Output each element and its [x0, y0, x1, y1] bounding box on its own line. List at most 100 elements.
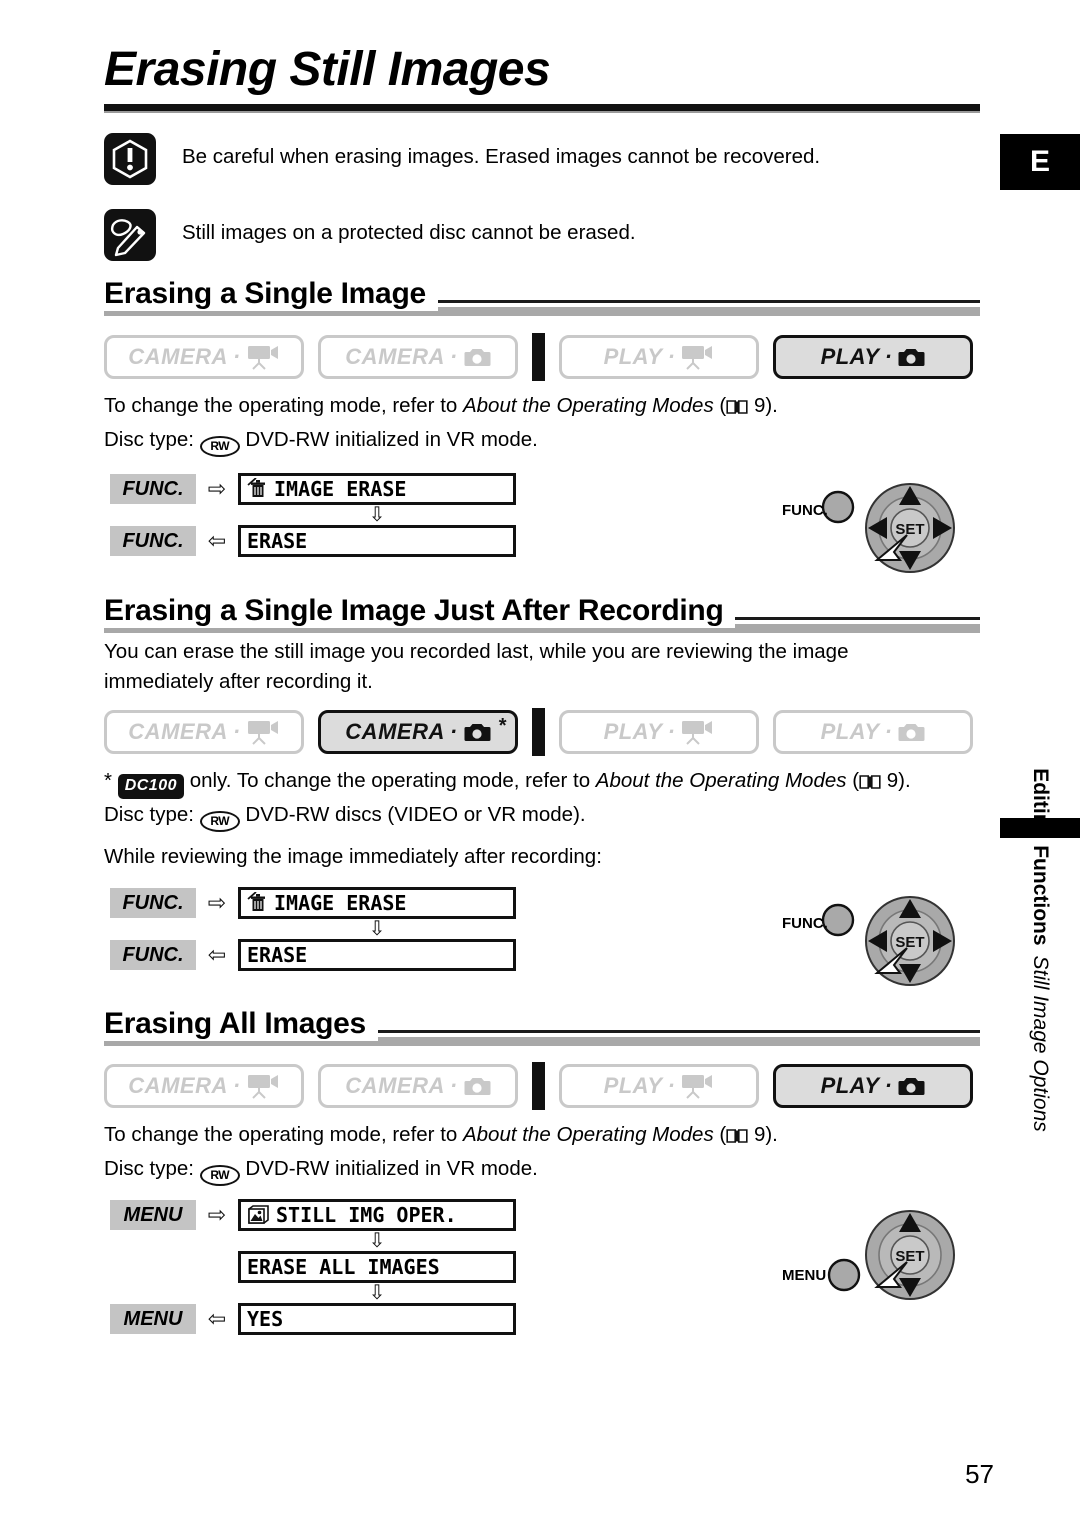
lcd-item[interactable]: ERASE ALL IMAGES — [238, 1251, 516, 1283]
arrow-down-icon: ⇩ — [368, 1230, 386, 1252]
arrow-down-icon: ⇩ — [368, 504, 386, 526]
footnote-star: * — [104, 769, 118, 792]
info-note-text: Still images on a protected disc cannot … — [182, 221, 636, 244]
page-ref: 9 — [753, 394, 766, 417]
mode-play-video-1[interactable]: PLAY · — [559, 335, 759, 379]
paren-open: ( — [846, 769, 860, 792]
lcd-item[interactable]: ERASE — [238, 939, 516, 971]
trash-erase-icon — [247, 478, 265, 497]
mode-play-photo-3[interactable]: PLAY · — [773, 1064, 973, 1108]
photo-camera-icon — [898, 349, 925, 366]
mode-separator — [532, 333, 545, 381]
func-button-tag[interactable]: FUNC. — [110, 526, 196, 556]
mode-play-video-2[interactable]: PLAY · — [559, 710, 759, 754]
paren-open: ( — [713, 1123, 727, 1146]
dvd-rw-icon: RW — [199, 811, 240, 832]
flow-arrow-down-wrap: ⇩ — [110, 1283, 516, 1303]
mode-play-photo-2[interactable]: PLAY · — [773, 710, 973, 754]
page-ref: 9 — [886, 769, 899, 792]
lcd-item[interactable]: IMAGE ERASE — [238, 887, 516, 919]
arrow-left-icon: ⇦ — [207, 1306, 227, 1331]
lcd-text: YES — [247, 1307, 284, 1331]
section-3-menu-flow: MENU ⇨ STILL IMG OPER. ⇩ ERASE ALL IMAGE… — [110, 1198, 516, 1336]
menu-button-tag[interactable]: MENU — [110, 1304, 196, 1334]
flow-step: FUNC. ⇨ IMAGE ERASE — [110, 472, 516, 506]
photo-camera-icon — [898, 724, 925, 741]
mode-label: PLAY — [603, 719, 663, 744]
footnote-text: only. — [189, 769, 237, 792]
mode-separator — [532, 1062, 545, 1110]
lcd-text: ERASE — [247, 529, 308, 553]
camcorder-icon — [247, 346, 278, 370]
section-3-control-diagram: MENU SET — [782, 1205, 982, 1310]
lcd-item[interactable]: YES — [238, 1303, 516, 1335]
flow-arrow-down-wrap: ⇩ — [110, 1230, 516, 1252]
section-1-menu-flow: FUNC. ⇨ IMAGE ERASE ⇩ FUNC. ⇦ ERASE — [110, 472, 516, 558]
disc-type-label: Disc type: — [104, 1157, 194, 1180]
func-button-tag[interactable]: FUNC. — [110, 888, 196, 918]
photo-camera-icon — [464, 724, 491, 741]
dvd-rw-icon: RW — [199, 1165, 240, 1186]
section-2-intro-line-2: immediately after recording it. — [104, 670, 373, 693]
info-note: Still images on a protected disc cannot … — [104, 209, 964, 261]
section-2-menu-flow: FUNC. ⇨ IMAGE ERASE ⇩ FUNC. ⇦ ERASE — [110, 886, 516, 972]
paren-close: ). — [765, 394, 778, 417]
mode-dot: · — [667, 1073, 676, 1098]
menu-button-tag[interactable]: MENU — [110, 1200, 196, 1230]
mode-dot: · — [884, 1073, 893, 1098]
flow-arrow-down-wrap: ⇩ — [110, 504, 516, 526]
arrow-left-icon: ⇦ — [207, 942, 227, 967]
note-pencil-icon — [104, 209, 156, 261]
disc-type-value: DVD-RW initialized in VR mode. — [245, 428, 538, 451]
flow-arrow-down-wrap: ⇩ — [110, 919, 516, 939]
lcd-text: STILL IMG OPER. — [276, 1203, 457, 1227]
arrow-left-icon: ⇦ — [207, 528, 227, 553]
flow-step: FUNC. ⇨ IMAGE ERASE — [110, 886, 516, 920]
section-2-control-diagram: FUNC. SET — [782, 893, 982, 994]
lcd-item[interactable]: STILL IMG OPER. — [238, 1199, 516, 1231]
section-3-disc-line: Disc type: RW DVD-RW initialized in VR m… — [104, 1155, 538, 1186]
page-title: Erasing Still Images — [104, 43, 551, 96]
mode-camera-video-2[interactable]: CAMERA · — [104, 710, 304, 754]
arrow-right-icon: ⇨ — [207, 476, 227, 501]
arrow-right-icon: ⇨ — [207, 1202, 227, 1227]
photo-camera-icon — [464, 1078, 491, 1095]
section-3-heading: Erasing All Images — [104, 1007, 378, 1041]
section-2-mode-row: CAMERA · CAMERA · * PLAY · PLAY · — [104, 708, 973, 756]
func-button-tag[interactable]: FUNC. — [110, 940, 196, 970]
lcd-text: ERASE — [247, 943, 308, 967]
lcd-text: IMAGE ERASE — [274, 891, 407, 915]
caution-icon — [104, 133, 156, 185]
title-divider — [104, 104, 980, 113]
section-1-control-diagram: FUNC. SET — [782, 480, 982, 581]
mode-camera-video-3[interactable]: CAMERA · — [104, 1064, 304, 1108]
lcd-item[interactable]: IMAGE ERASE — [238, 473, 516, 505]
flow-step: FUNC. ⇦ ERASE — [110, 938, 516, 972]
joystick-diagram: SET — [827, 1210, 955, 1300]
mode-footnote-star: * — [498, 715, 507, 737]
mode-camera-photo-2[interactable]: CAMERA · * — [318, 710, 518, 754]
mode-label: CAMERA — [345, 344, 445, 369]
caution-hexagon-glyph — [112, 139, 148, 179]
mode-label: CAMERA — [128, 1073, 228, 1098]
mode-camera-photo-1[interactable]: CAMERA · — [318, 335, 518, 379]
operating-modes-pre: To change the operating mode, refer to — [104, 394, 463, 417]
mode-play-video-3[interactable]: PLAY · — [559, 1064, 759, 1108]
mode-camera-video-1[interactable]: CAMERA · — [104, 335, 304, 379]
mode-play-photo-1[interactable]: PLAY · — [773, 335, 973, 379]
svg-text:SET: SET — [895, 521, 924, 538]
menu-button-circle — [827, 1258, 861, 1292]
paren-close: ). — [765, 1123, 778, 1146]
menu-button-label: MENU — [782, 1267, 827, 1284]
dc100-badge: DC100 — [117, 774, 184, 799]
mode-camera-photo-3[interactable]: CAMERA · — [318, 1064, 518, 1108]
mode-label: PLAY — [820, 1073, 880, 1098]
lcd-item[interactable]: ERASE — [238, 525, 516, 557]
mode-dot: · — [449, 719, 458, 744]
operating-modes-pre: To change the operating mode, refer to — [104, 1123, 463, 1146]
lcd-text: IMAGE ERASE — [274, 477, 407, 501]
operating-modes-ref: About the Operating Modes — [595, 769, 847, 792]
func-button-tag[interactable]: FUNC. — [110, 474, 196, 504]
camcorder-icon — [247, 721, 278, 745]
disc-type-label: Disc type: — [104, 803, 194, 826]
